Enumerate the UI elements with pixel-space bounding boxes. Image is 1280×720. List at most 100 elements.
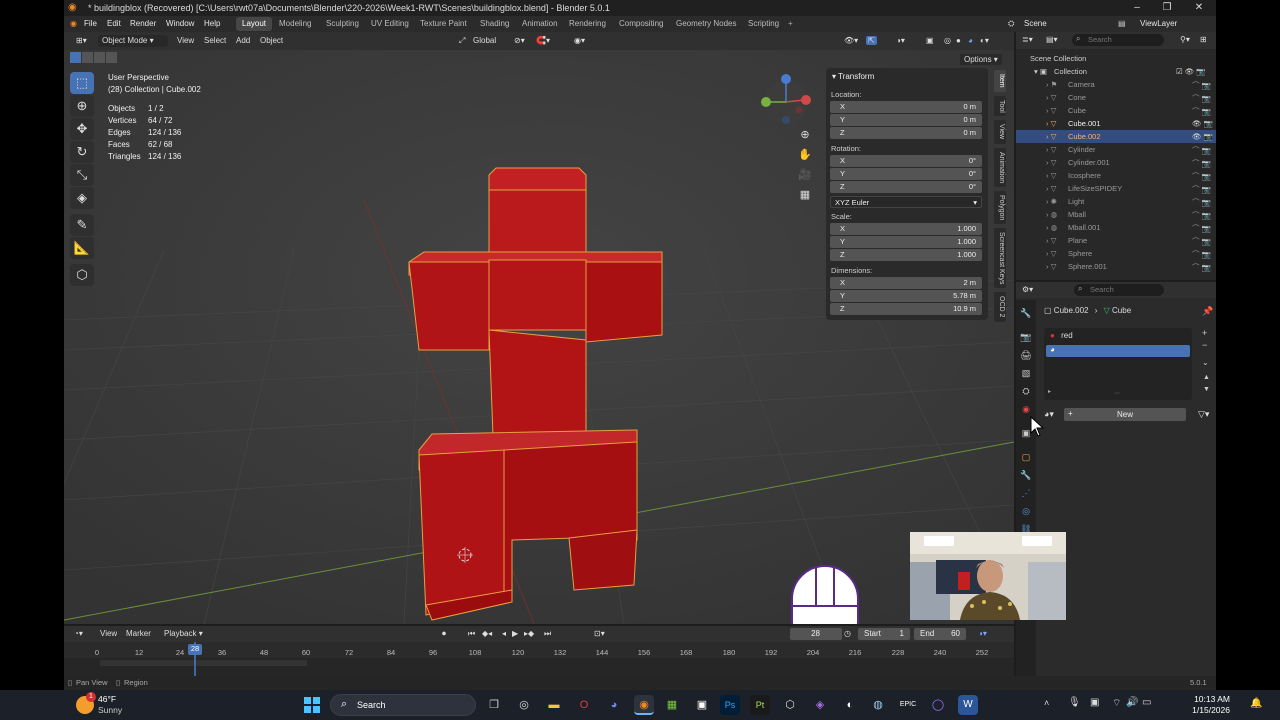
location-z-field[interactable]: Z0 m (830, 127, 982, 139)
add-slot-icon[interactable]: + (1202, 328, 1207, 338)
tab-scripting[interactable]: Scripting (742, 17, 785, 31)
close-icon[interactable]: ✕ (1192, 2, 1206, 13)
scene-collection-row[interactable]: Scene Collection (1016, 52, 1216, 65)
epic-games-icon[interactable]: EPIC (898, 695, 918, 715)
material-slot-row-selected[interactable]: ◕ (1046, 345, 1190, 357)
outliner-editor-type-icon[interactable]: ≣▾ (1022, 35, 1033, 44)
file-explorer-icon[interactable]: ▬ (544, 695, 564, 715)
location-y-field[interactable]: Y0 m (830, 114, 982, 126)
tab-shading[interactable]: Shading (474, 17, 515, 31)
visual-studio-icon[interactable]: ◈ (810, 695, 830, 715)
world-tab-icon[interactable]: ◉ (1018, 402, 1034, 416)
windows-start-icon[interactable] (302, 695, 322, 715)
microsoft-store-icon[interactable]: ▦ (662, 695, 682, 715)
keying-icon[interactable]: ⊡▾ (594, 629, 605, 638)
scene-name[interactable]: Scene (1024, 19, 1047, 28)
zoom-icon[interactable]: ⊕ (796, 128, 814, 148)
outliner-item[interactable]: › ◍ Mball ⌒ 📷 (1016, 208, 1216, 221)
outliner-item[interactable]: › ▽ Sphere ⌒ 📷 (1016, 247, 1216, 260)
word-icon[interactable]: W (958, 695, 978, 715)
volume-icon[interactable]: 🔊 (1126, 697, 1138, 708)
tab-compositing[interactable]: Compositing (613, 17, 669, 31)
outliner-item[interactable]: › ▽ LifeSizeSPIDEY ⌒ 📷 (1016, 182, 1216, 195)
measure-tool-icon[interactable]: 📐 (70, 237, 94, 259)
mode-select[interactable]: Object Mode ▾ (98, 35, 168, 47)
dimensions-z-field[interactable]: Z 10.9 m (830, 303, 982, 315)
menu-render[interactable]: Render (130, 19, 156, 28)
timeline-menu-view[interactable]: View (100, 629, 117, 638)
steam-icon[interactable]: ◍ (868, 695, 888, 715)
grid-perspective-icon[interactable]: ▦ (796, 188, 814, 208)
cursor-tool-icon[interactable]: ⊕ (70, 95, 94, 117)
outliner-item[interactable]: › ✺ Light ⌒ 📷 (1016, 195, 1216, 208)
outliner-item[interactable]: › ▽ Plane ⌒ 📷 (1016, 234, 1216, 247)
properties-search-input[interactable]: ⌕ Search (1074, 284, 1164, 296)
record-icon[interactable]: ⏺ (442, 629, 446, 639)
tab-animation[interactable]: Animation (516, 17, 564, 31)
obs-icon[interactable]: ◯ (928, 695, 948, 715)
start-frame-field[interactable]: Start 1 (858, 628, 910, 640)
select-new-icon[interactable] (70, 52, 81, 63)
view-layer-tab-icon[interactable]: ▧ (1018, 366, 1034, 380)
jump-end-icon[interactable]: ⏭ (544, 629, 551, 639)
sync-icon[interactable]: ◑▾ (978, 629, 987, 638)
new-collection-icon[interactable]: ⊞ (1200, 35, 1207, 44)
timeline-ruler[interactable] (64, 642, 1014, 676)
timeline-menu-playback[interactable]: Playback ▾ (164, 629, 203, 638)
sidebar-tab-animation[interactable]: Animation (994, 147, 1006, 187)
timeline-menu-marker[interactable]: Marker (126, 629, 151, 638)
expand-arrow-icon[interactable]: ▸ (1048, 388, 1051, 395)
app-icon[interactable]: ▣ (692, 695, 712, 715)
scale-y-field[interactable]: Y 1.000 (830, 236, 982, 248)
camera-view-icon[interactable]: 🎥 (796, 168, 814, 188)
scene-tab-icon[interactable]: ⛭ (1018, 384, 1034, 398)
visibility-icon[interactable]: 👁▾ (844, 36, 858, 45)
tray-chevron-icon[interactable]: ˄ (1044, 698, 1049, 708)
rotation-z-field[interactable]: Z 0° (830, 181, 982, 193)
material-slot-row[interactable]: ● red (1046, 331, 1190, 343)
menu-help[interactable]: Help (204, 19, 220, 28)
wifi-icon[interactable]: ⌔ (1112, 697, 1121, 710)
tab-sculpting[interactable]: Sculpting (320, 17, 365, 31)
weather-desc[interactable]: Sunny (98, 705, 122, 715)
outliner-item[interactable]: › ◍ Mball.001 ⌒ 📷 (1016, 221, 1216, 234)
sidebar-tab-tool[interactable]: Tool (994, 95, 1006, 117)
shading-rendered-icon[interactable]: ◐▾ (980, 36, 989, 45)
display-mode-icon[interactable]: ▤▾ (1046, 35, 1058, 44)
object-tab-icon[interactable]: ▢ (1018, 450, 1034, 464)
shading-solid-icon[interactable]: ● (956, 36, 961, 45)
menu-add[interactable]: Add (236, 36, 250, 45)
tool-tab-icon[interactable]: 🔧 (1018, 306, 1034, 320)
outliner-item[interactable]: › ⚑ Camera ⌒ 📷 (1016, 78, 1216, 91)
microphone-icon[interactable]: 🎙 (1068, 697, 1081, 708)
next-keyframe-icon[interactable]: ▸◆ (524, 629, 534, 638)
link-data-icon[interactable]: ▽▾ (1198, 409, 1209, 420)
transform-panel-title[interactable]: ▾ Transform (832, 72, 874, 81)
photoshop-icon[interactable]: Ps (720, 695, 740, 715)
tab-modeling[interactable]: Modeling (273, 17, 317, 31)
outliner-item[interactable]: › ▽ Cylinder.001 ⌒ 📷 (1016, 156, 1216, 169)
remove-slot-icon[interactable]: − (1202, 340, 1207, 350)
proportional-edit-icon[interactable]: ◉▾ (574, 36, 585, 45)
menu-edit[interactable]: Edit (107, 19, 121, 28)
tab-uv-editing[interactable]: UV Editing (365, 17, 415, 31)
unity-icon[interactable]: ⬡ (780, 695, 800, 715)
outliner-item[interactable]: › ▽ Cube ⌒ 📷 (1016, 104, 1216, 117)
outliner-item[interactable]: › ▽ Cylinder ⌒ 📷 (1016, 143, 1216, 156)
current-frame-field[interactable]: 28 (790, 628, 842, 640)
overlays-icon[interactable]: ◑▾ (896, 36, 905, 45)
taskbar-date[interactable]: 1/15/2026 (1166, 705, 1230, 715)
move-slot-up-icon[interactable]: ▲ (1203, 374, 1210, 381)
minimize-icon[interactable]: – (1130, 2, 1144, 13)
select-invert-icon[interactable] (106, 52, 117, 63)
menu-file[interactable]: File (84, 19, 97, 28)
pin-icon[interactable]: 📌 (1202, 306, 1213, 317)
scale-tool-icon[interactable]: ⤡ (70, 164, 94, 186)
timeline-editor-type-icon[interactable]: ◔▾ (74, 629, 83, 638)
shading-wireframe-icon[interactable]: ◎ (944, 36, 951, 45)
pivot-icon[interactable]: ⊘▾ (514, 36, 525, 45)
prev-keyframe-icon[interactable]: ◆◂ (482, 629, 492, 638)
menu-object[interactable]: Object (260, 36, 283, 45)
output-tab-icon[interactable]: 🖨 (1018, 348, 1034, 362)
render-tab-icon[interactable]: 📷 (1018, 330, 1034, 344)
